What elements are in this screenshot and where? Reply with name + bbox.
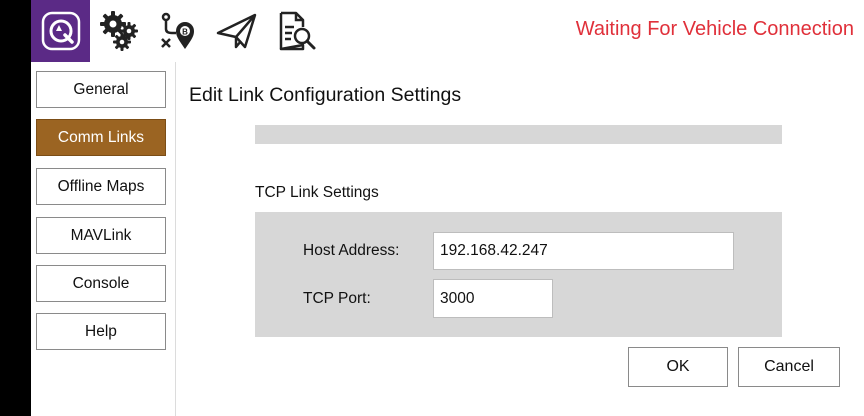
sidebar-item-comm-links[interactable]: Comm Links [36,119,166,156]
left-edge-bar [0,0,31,416]
link-type-bar [255,125,782,144]
tcp-port-label: TCP Port: [303,290,371,307]
main-toolbar: B Waiting For Vehicle Connection [31,0,864,62]
sidebar-item-label: Help [85,322,117,340]
sidebar-item-label: MAVLink [70,226,132,244]
sidebar-item-label: Comm Links [57,128,145,146]
plan-view-button[interactable]: B [151,0,201,62]
ok-button[interactable]: OK [628,347,728,387]
sidebar-item-label: Console [72,274,130,292]
host-address-label: Host Address: [303,242,400,259]
cancel-button-label: Cancel [764,358,814,375]
sidebar-item-label: General [73,80,129,98]
cancel-button[interactable]: Cancel [738,347,840,387]
section-title: TCP Link Settings [255,184,379,201]
page-title: Edit Link Configuration Settings [189,84,462,106]
app-logo-button[interactable] [31,0,90,62]
sidebar-item-general[interactable]: General [36,71,166,108]
sidebar-item-label: Offline Maps [57,177,145,195]
connection-status-text: Waiting For Vehicle Connection [575,18,854,40]
tcp-port-field[interactable] [433,279,553,318]
host-address-field[interactable] [433,232,734,270]
fly-view-button[interactable] [212,0,262,62]
sidebar-item-help[interactable]: Help [36,313,166,350]
plan-view-icon: B [161,12,194,49]
svg-text:B: B [182,28,188,37]
analyze-view-icon [279,11,316,51]
sidebar-item-offline-maps[interactable]: Offline Maps [36,168,166,205]
sidebar-item-mavlink[interactable]: MAVLink [36,217,166,254]
tcp-settings-panel: Host Address: TCP Port: [255,212,782,337]
fly-view-icon [216,13,257,49]
settings-gears-icon [100,11,138,51]
analyze-view-button[interactable] [271,0,321,62]
ok-button-label: OK [666,358,690,375]
sidebar-item-console[interactable]: Console [36,265,166,302]
settings-sidebar: General Comm Links Offline Maps MAVLink … [31,62,176,416]
app-logo-icon [41,11,80,51]
settings-button[interactable] [95,0,145,62]
